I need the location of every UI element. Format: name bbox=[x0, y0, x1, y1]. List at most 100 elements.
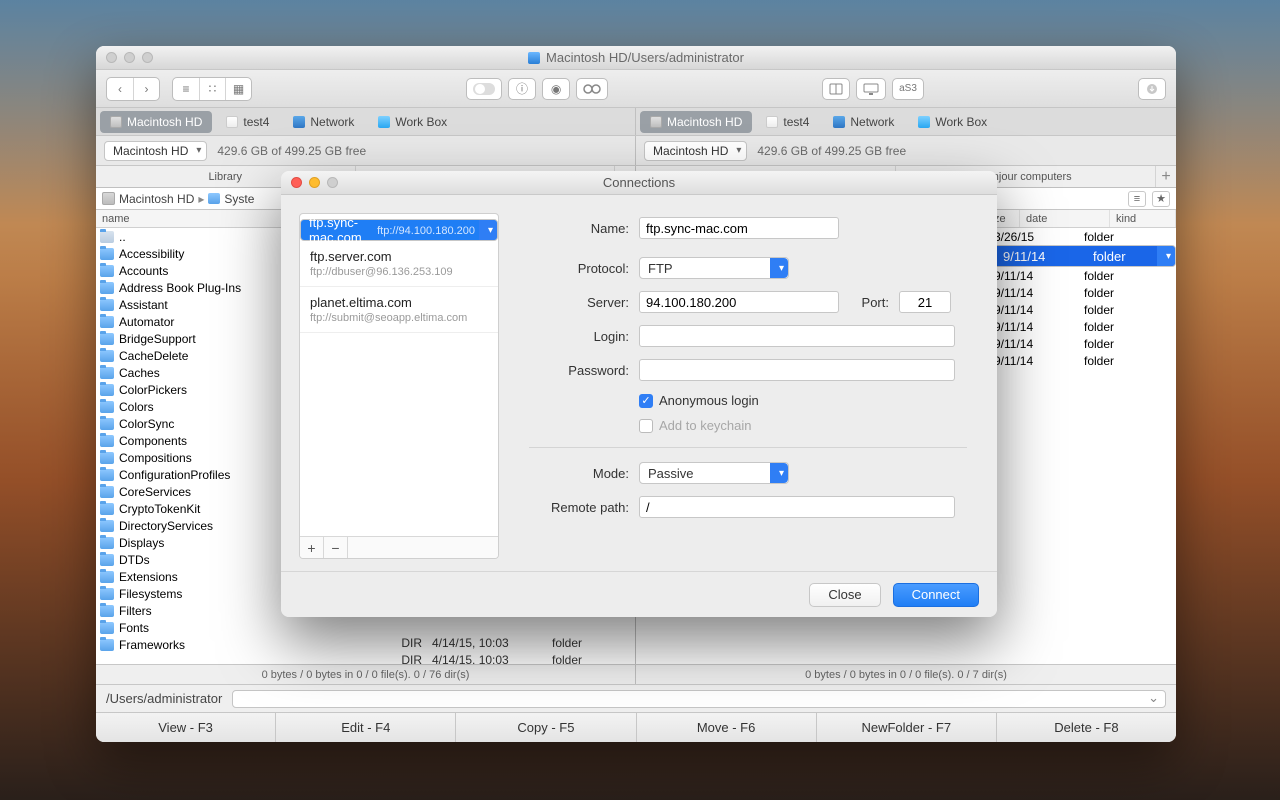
close-icon[interactable] bbox=[106, 52, 117, 63]
archive-icon bbox=[829, 83, 843, 95]
ti-hd-icon bbox=[650, 116, 662, 128]
tab-macintosh-hd[interactable]: Macintosh HD bbox=[100, 111, 212, 133]
minimize-icon[interactable] bbox=[124, 52, 135, 63]
connection-item[interactable]: ftp.sync-mac.comftp://94.100.180.200 bbox=[300, 219, 498, 241]
window-title: Macintosh HD/Users/administrator bbox=[528, 50, 744, 65]
col-date[interactable]: date bbox=[1020, 210, 1110, 227]
protocol-select[interactable]: FTP bbox=[639, 257, 789, 279]
titlebar: Macintosh HD/Users/administrator bbox=[96, 46, 1176, 70]
fn-move[interactable]: Move - F6 bbox=[637, 713, 817, 742]
ti-fold-icon bbox=[226, 116, 238, 128]
free-space-right: 429.6 GB of 499.25 GB free bbox=[757, 144, 906, 158]
keychain-checkbox[interactable] bbox=[639, 419, 653, 433]
password-input[interactable] bbox=[639, 359, 955, 381]
folder-icon bbox=[100, 316, 114, 328]
tab-network[interactable]: Network bbox=[283, 111, 364, 133]
table-row[interactable]: DIR4/14/15, 10:03folder bbox=[376, 636, 632, 650]
mode-select[interactable]: Passive bbox=[639, 462, 789, 484]
window-title-text: Macintosh HD/Users/administrator bbox=[546, 50, 744, 65]
remove-connection-button[interactable]: − bbox=[324, 537, 348, 558]
server-input[interactable] bbox=[639, 291, 839, 313]
ti-hd-icon bbox=[110, 116, 122, 128]
add-connection-button[interactable]: + bbox=[300, 537, 324, 558]
back-button[interactable]: ‹ bbox=[107, 78, 133, 100]
anonymous-checkbox[interactable]: ✓ bbox=[639, 394, 653, 408]
tab-test4[interactable]: test4 bbox=[216, 111, 279, 133]
connection-item[interactable]: ftp.server.comftp://dbuser@96.136.253.10… bbox=[300, 241, 498, 287]
path-field[interactable] bbox=[232, 690, 1166, 708]
label-mode: Mode: bbox=[529, 466, 629, 481]
fn-copy[interactable]: Copy - F5 bbox=[456, 713, 636, 742]
drive-dropdown-right[interactable]: Macintosh HD bbox=[644, 141, 747, 161]
tab-test4[interactable]: test4 bbox=[756, 111, 819, 133]
folder-icon bbox=[100, 333, 114, 345]
chevron-right-icon: ▸ bbox=[198, 192, 204, 206]
forward-button[interactable]: › bbox=[133, 78, 159, 100]
ti-box-icon bbox=[918, 116, 930, 128]
info-button[interactable]: ⓘ bbox=[508, 78, 536, 100]
monitor-icon bbox=[863, 83, 879, 95]
location-bar: Macintosh HD 429.6 GB of 499.25 GB free … bbox=[96, 136, 1176, 166]
folder-icon bbox=[100, 452, 114, 464]
dialog-zoom-icon bbox=[327, 177, 338, 188]
folder-icon bbox=[100, 639, 114, 651]
view-list-button[interactable]: ≡ bbox=[173, 78, 199, 100]
folder-icon bbox=[100, 469, 114, 481]
tab-work-box[interactable]: Work Box bbox=[908, 111, 997, 133]
view-buttons: ≡ ∷ ▦ bbox=[172, 77, 252, 101]
download-button[interactable] bbox=[1138, 78, 1166, 100]
quicklook-button[interactable]: ◉ bbox=[542, 78, 570, 100]
table-row[interactable]: DIR4/14/15, 10:03folder bbox=[376, 653, 632, 664]
path-bar: /Users/administrator bbox=[96, 684, 1176, 712]
s3-button[interactable]: aS3 bbox=[892, 78, 924, 100]
folder-icon bbox=[100, 265, 114, 277]
tab-network[interactable]: Network bbox=[823, 111, 904, 133]
fn-edit[interactable]: Edit - F4 bbox=[276, 713, 456, 742]
connections-dialog: Connections ftp.sync-mac.comftp://94.100… bbox=[281, 171, 997, 617]
label-anonymous: Anonymous login bbox=[659, 393, 759, 408]
drive-dropdown-left[interactable]: Macintosh HD bbox=[104, 141, 207, 161]
disk-icon bbox=[528, 52, 540, 64]
label-name: Name: bbox=[529, 221, 629, 236]
download-icon bbox=[1146, 83, 1158, 95]
port-input[interactable] bbox=[899, 291, 951, 313]
folder-icon bbox=[100, 435, 114, 447]
folder-icon bbox=[100, 486, 114, 498]
dialog-close-icon[interactable] bbox=[291, 177, 302, 188]
col-kind[interactable]: kind bbox=[1110, 210, 1176, 227]
view-mini-star[interactable]: ★ bbox=[1152, 191, 1170, 207]
tabhead-right-add[interactable]: + bbox=[1156, 166, 1176, 187]
breadcrumb-1: Syste bbox=[224, 192, 254, 206]
view-grid-button[interactable]: ▦ bbox=[225, 78, 251, 100]
folder-icon bbox=[100, 299, 114, 311]
fn-view[interactable]: View - F3 bbox=[96, 713, 276, 742]
list-item[interactable]: Fonts bbox=[96, 619, 635, 636]
dialog-minimize-icon[interactable] bbox=[309, 177, 320, 188]
close-button[interactable]: Close bbox=[809, 583, 880, 607]
status-right: 0 bytes / 0 bytes in 0 / 0 file(s). 0 / … bbox=[636, 665, 1176, 684]
path-label: /Users/administrator bbox=[106, 691, 222, 706]
archive-button[interactable] bbox=[822, 78, 850, 100]
tabbar: Macintosh HDtest4NetworkWork Box Macinto… bbox=[96, 108, 1176, 136]
folder-icon bbox=[100, 588, 114, 600]
fn-newfolder[interactable]: NewFolder - F7 bbox=[817, 713, 997, 742]
name-input[interactable] bbox=[639, 217, 839, 239]
breadcrumb-0: Macintosh HD bbox=[119, 192, 194, 206]
fn-delete[interactable]: Delete - F8 bbox=[997, 713, 1176, 742]
remote-path-input[interactable] bbox=[639, 496, 955, 518]
search-button[interactable] bbox=[576, 78, 608, 100]
connect-button[interactable]: Connect bbox=[893, 583, 979, 607]
tab-work-box[interactable]: Work Box bbox=[368, 111, 457, 133]
zoom-icon[interactable] bbox=[142, 52, 153, 63]
display-button[interactable] bbox=[856, 78, 886, 100]
dialog-title: Connections bbox=[603, 175, 675, 190]
dialog-titlebar: Connections bbox=[281, 171, 997, 195]
login-input[interactable] bbox=[639, 325, 955, 347]
view-mini-list[interactable]: ≡ bbox=[1128, 191, 1146, 207]
toggle-button[interactable] bbox=[466, 78, 502, 100]
connection-item[interactable]: planet.eltima.comftp://submit@seoapp.elt… bbox=[300, 287, 498, 333]
tab-macintosh-hd[interactable]: Macintosh HD bbox=[640, 111, 752, 133]
tabbar-left: Macintosh HDtest4NetworkWork Box bbox=[96, 108, 636, 135]
view-columns-button[interactable]: ∷ bbox=[199, 78, 225, 100]
folder-icon bbox=[100, 350, 114, 362]
